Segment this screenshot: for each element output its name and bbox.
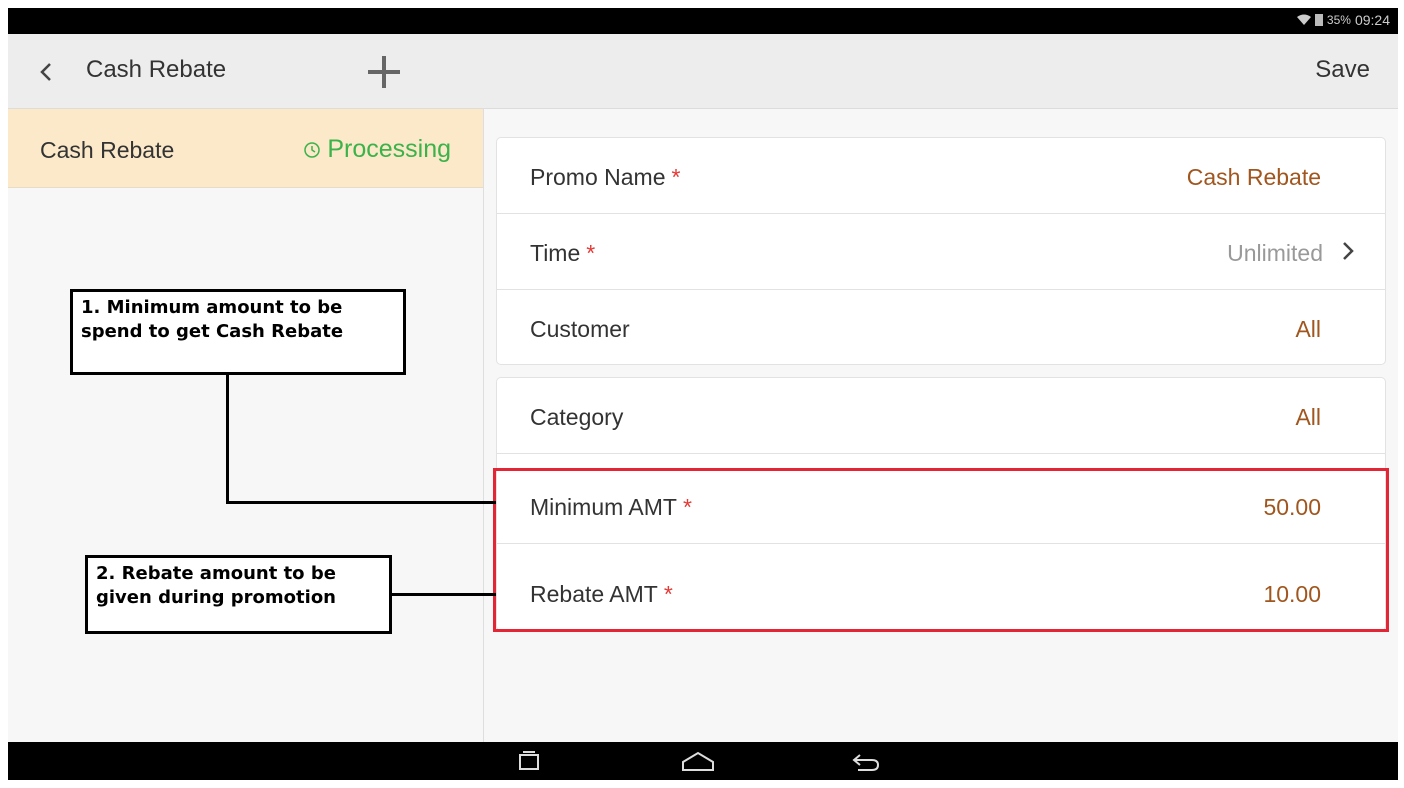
- status-bar: 35% 09:24: [8, 8, 1398, 34]
- promo-name-label: Promo Name *: [530, 164, 681, 190]
- back-icon[interactable]: [34, 58, 58, 86]
- status-indicators: 35% 09:24: [1296, 12, 1390, 28]
- annotation-2-line-2: given during promotion: [96, 587, 336, 608]
- annotation-1-line-1: 1. Minimum amount to be: [81, 297, 343, 318]
- annotation-1-line-2: spend to get Cash Rebate: [81, 321, 344, 342]
- save-button[interactable]: Save: [1315, 56, 1370, 84]
- customer-label: Customer: [530, 316, 630, 342]
- battery-level: 35%: [1326, 13, 1351, 27]
- wifi-icon: [1296, 14, 1311, 25]
- annotation-2-line-1: 2. Rebate amount to be: [96, 563, 336, 584]
- connector-1-vertical: [226, 372, 229, 504]
- time-label: Time *: [530, 240, 596, 266]
- promo-name-row[interactable]: Promo Name * Cash Rebate: [497, 138, 1385, 214]
- general-info-card: Promo Name * Cash Rebate Time * Unlimited …: [496, 137, 1386, 365]
- category-row[interactable]: Category All: [497, 378, 1385, 454]
- time-row[interactable]: Time * Unlimited: [497, 214, 1385, 290]
- category-value: All: [1295, 404, 1321, 430]
- page-title: Cash Rebate: [86, 56, 227, 83]
- app-bar: Cash Rebate Save: [8, 34, 1398, 109]
- battery-icon: [1314, 14, 1323, 26]
- customer-row[interactable]: Customer All: [497, 290, 1385, 365]
- annotation-callout-2: 2. Rebate amount to be given during prom…: [85, 555, 392, 634]
- clock-time: 09:24: [1354, 12, 1390, 28]
- status-badge: Processing: [303, 135, 451, 164]
- category-label: Category: [530, 404, 624, 430]
- nav-back-icon[interactable]: [850, 750, 882, 774]
- system-nav-bar: [8, 742, 1398, 780]
- recent-apps-icon[interactable]: [515, 750, 543, 774]
- list-item[interactable]: Cash Rebate Processing: [8, 109, 483, 188]
- clock-icon: [304, 141, 321, 158]
- promo-detail-panel: Promo Name * Cash Rebate Time * Unlimited …: [484, 109, 1398, 742]
- plus-icon[interactable]: [364, 52, 404, 92]
- highlight-box: [493, 468, 1389, 632]
- time-value: Unlimited: [1227, 240, 1323, 266]
- customer-value: All: [1295, 316, 1321, 342]
- connector-1-horizontal: [226, 501, 496, 504]
- promo-name-value: Cash Rebate: [1186, 164, 1321, 190]
- status-label: Processing: [327, 135, 451, 163]
- home-icon[interactable]: [680, 750, 716, 774]
- chevron-right-icon: [1343, 242, 1354, 260]
- promo-list-panel: Cash Rebate Processing: [8, 109, 484, 742]
- promo-list-item-name: Cash Rebate: [40, 137, 175, 163]
- annotation-callout-1: 1. Minimum amount to be spend to get Cas…: [70, 289, 406, 375]
- tablet-screen: 35% 09:24 Cash Rebate Save Cash Rebate P…: [8, 8, 1398, 780]
- connector-2-horizontal: [392, 593, 496, 596]
